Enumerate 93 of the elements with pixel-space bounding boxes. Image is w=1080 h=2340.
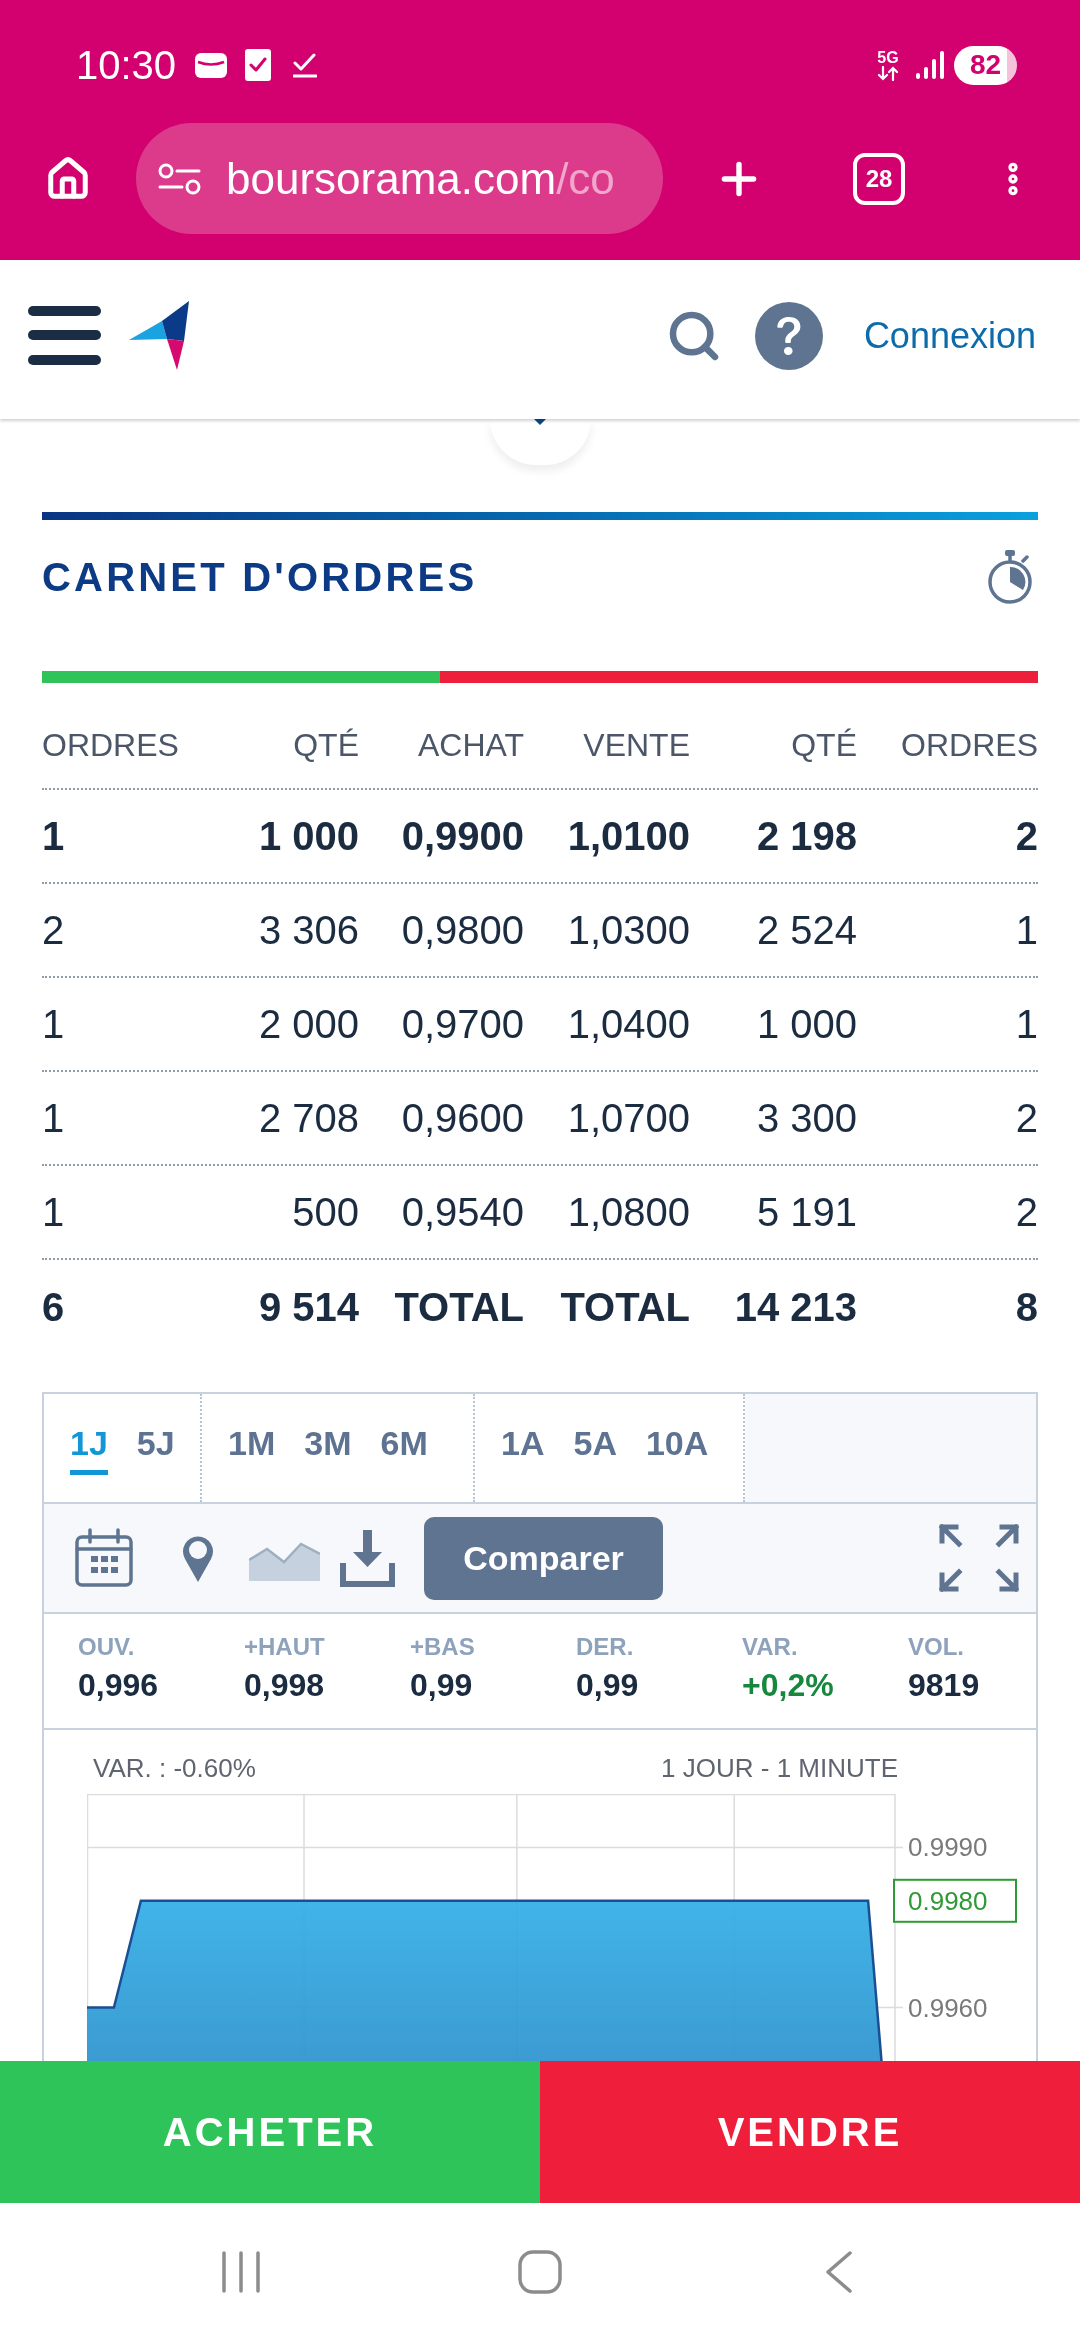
table-cell-text: 2 [1014, 816, 1038, 856]
interval-label: 1 JOUR - 1 MINUTE [661, 1754, 898, 1782]
table-cell-text: 1 [1014, 910, 1038, 950]
stat-value: 0,996 [78, 1667, 160, 1703]
stopwatch-icon[interactable] [987, 549, 1033, 605]
stat-label: +HAUT [244, 1633, 326, 1661]
period-tab[interactable]: 5J [136, 1426, 175, 1475]
table-cell-text: 0,9800 [400, 910, 524, 950]
period-tab[interactable]: 5A [573, 1426, 617, 1475]
data-arrows-icon [877, 66, 899, 81]
table-cell-text: 1,0300 [566, 910, 690, 950]
column-header: VENTE [582, 729, 690, 761]
table-cell-text: 1 [42, 1192, 66, 1232]
stat-label: DER. [576, 1633, 635, 1661]
download-icon[interactable] [340, 1529, 395, 1587]
address-bar[interactable]: boursorama.com/co [136, 123, 663, 234]
table-cell-text: 1 000 [755, 1004, 857, 1044]
stat-label: VAR. [742, 1633, 799, 1661]
table-cell-text: 1,0400 [566, 1004, 690, 1044]
table-cell-text: 2 708 [257, 1098, 359, 1138]
clock-time: 10:30 [76, 45, 177, 85]
table-cell-text: 5 191 [755, 1192, 857, 1232]
checkbox-icon [245, 49, 272, 81]
period-tab[interactable]: 6M [380, 1426, 428, 1475]
period-tab[interactable]: 10A [645, 1426, 709, 1475]
recent-apps-icon[interactable] [222, 2250, 261, 2293]
column-header: ACHAT [416, 729, 524, 761]
table-cell-text: 2 198 [755, 816, 857, 856]
table-cell-text: 2 [1014, 1192, 1038, 1232]
compare-button[interactable]: Comparer [424, 1516, 663, 1600]
section-title: CARNET D'ORDRES [42, 557, 478, 597]
table-cell-text: 2 000 [257, 1004, 359, 1044]
table-cell-text: 14 213 [733, 1287, 857, 1327]
table-cell-text: 2 524 [755, 910, 857, 950]
help-icon[interactable] [754, 301, 823, 370]
table-cell-text: 1,0100 [566, 816, 690, 856]
table-cell-text: 1,0700 [566, 1098, 690, 1138]
column-header: QTÉ [292, 729, 359, 761]
last-price-tag: 0.9980 [893, 1878, 1017, 1923]
y-axis-label: 0.9960 [908, 1992, 988, 2023]
period-tab[interactable]: 3M [304, 1426, 352, 1475]
table-cell-text: 1 [42, 816, 66, 856]
table-cell-text: 1,0800 [566, 1192, 690, 1232]
tab-count-button[interactable]: 28 [853, 152, 905, 205]
period-tab[interactable]: 1J [70, 1426, 108, 1475]
network-type: 5G [877, 49, 899, 66]
back-icon[interactable] [825, 2250, 852, 2293]
table-cell-text: 1 [42, 1098, 66, 1138]
table-cell-text: 3 300 [755, 1098, 857, 1138]
table-cell-text: 2 [42, 910, 66, 950]
stat-label: OUV. [78, 1633, 136, 1661]
stat-label: VOL. [908, 1633, 965, 1661]
logo-icon[interactable] [129, 301, 189, 370]
table-cell-text: TOTAL [393, 1287, 524, 1327]
check-icon [293, 52, 318, 78]
table-cell-text: 0,9900 [400, 816, 524, 856]
table-cell-text: 1 [42, 1004, 66, 1044]
table-cell-text: 1 000 [257, 816, 359, 856]
table-cell-text: 8 [1014, 1287, 1038, 1327]
table-cell-text: 6 [42, 1287, 66, 1327]
stat-label: +BAS [410, 1633, 476, 1661]
table-cell-text: 0,9700 [400, 1004, 524, 1044]
signal-icon [916, 51, 944, 79]
stat-value: 0,99 [576, 1667, 640, 1703]
login-link[interactable]: Connexion [863, 317, 1036, 354]
table-cell-text: TOTAL [559, 1287, 690, 1327]
stat-value: 9819 [908, 1667, 981, 1703]
card-icon [195, 52, 228, 78]
column-header: QTÉ [790, 729, 857, 761]
table-cell-text: 3 306 [257, 910, 359, 950]
url-text: boursorama.com/co [226, 156, 615, 201]
calendar-icon[interactable] [74, 1528, 134, 1588]
battery-badge: 82 [954, 45, 1017, 85]
trade-button[interactable]: VENDRE [540, 2061, 1080, 2203]
site-settings-icon[interactable] [158, 162, 201, 195]
table-cell-text: 500 [291, 1192, 359, 1232]
expand-icon[interactable] [939, 1524, 1019, 1592]
period-tab[interactable]: 1M [228, 1426, 276, 1475]
stat-value: 0,998 [244, 1667, 326, 1703]
period-tab[interactable]: 1A [501, 1426, 545, 1475]
table-cell-text: 0,9540 [400, 1192, 524, 1232]
stat-value: 0,99 [410, 1667, 474, 1703]
home-icon[interactable] [518, 2249, 562, 2294]
table-cell-text: 0,9600 [400, 1098, 524, 1138]
column-header: ORDRES [42, 729, 180, 761]
table-cell-text: 1 [1014, 1004, 1038, 1044]
variation-label: VAR. : -0.60% [93, 1754, 256, 1782]
y-axis-label: 0.9990 [908, 1832, 988, 1863]
column-header: ORDRES [900, 729, 1038, 761]
table-cell-text: 2 [1014, 1098, 1038, 1138]
table-cell-text: 9 514 [257, 1287, 359, 1327]
stat-value: +0,2% [742, 1667, 835, 1703]
menu-icon[interactable] [28, 306, 101, 365]
